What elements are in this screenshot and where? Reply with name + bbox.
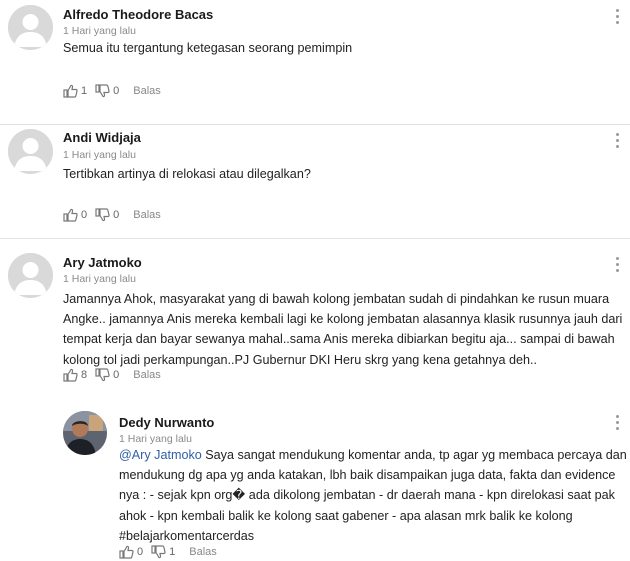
thumbs-up-icon (63, 368, 78, 382)
comment-timestamp: 1 Hari yang lalu (63, 273, 136, 285)
comment-text: @Ary Jatmoko Saya sangat mendukung komen… (119, 445, 627, 546)
comment-timestamp: 1 Hari yang lalu (63, 25, 136, 37)
user-photo-avatar (63, 411, 107, 455)
reply-button[interactable]: Balas (133, 369, 161, 381)
comment-author[interactable]: Ary Jatmoko (63, 255, 142, 270)
like-count: 1 (81, 85, 88, 97)
dislike-count: 0 (113, 209, 120, 221)
more-vertical-icon[interactable] (615, 8, 621, 26)
comment-item: Andi Widjaja 1 Hari yang lalu Tertibkan … (0, 125, 630, 238)
like-count: 0 (81, 209, 88, 221)
like-count: 0 (137, 546, 144, 558)
thumbs-down-icon (95, 208, 110, 222)
mention-link[interactable]: @Ary Jatmoko (119, 448, 202, 462)
default-avatar-icon (8, 253, 53, 298)
like-button[interactable]: 0 (63, 208, 95, 222)
thumbs-down-icon (151, 545, 166, 559)
dislike-button[interactable]: 0 (95, 84, 127, 98)
like-button[interactable]: 8 (63, 368, 95, 382)
comment-actions: 0 1 Balas (119, 544, 217, 560)
thumbs-down-icon (95, 84, 110, 98)
like-button[interactable]: 0 (119, 545, 151, 559)
like-button[interactable]: 1 (63, 84, 95, 98)
comment-text-line: mendukung dg apa yg anda katakan, lbh ba… (119, 468, 616, 483)
dislike-count: 0 (113, 85, 120, 97)
comment-text: Tertibkan artinya di relokasi atau dileg… (63, 167, 311, 181)
comment-author[interactable]: Andi Widjaja (63, 130, 141, 145)
reply-button[interactable]: Balas (133, 85, 161, 97)
more-vertical-icon[interactable] (615, 414, 621, 432)
comment-author[interactable]: Dedy Nurwanto (119, 415, 214, 430)
comment-item: Alfredo Theodore Bacas 1 Hari yang lalu … (0, 0, 630, 124)
dislike-button[interactable]: 1 (151, 545, 183, 559)
comment-timestamp: 1 Hari yang lalu (63, 149, 136, 161)
comment-text-line: tempat kerja dan bayar sewanya mahal..sa… (63, 332, 615, 347)
reply-button[interactable]: Balas (189, 546, 217, 558)
dislike-count: 0 (113, 369, 120, 381)
comment-text-segment: Saya sangat mendukung komentar anda, tp … (201, 448, 627, 462)
avatar[interactable] (8, 253, 53, 298)
dislike-button[interactable]: 0 (95, 368, 127, 382)
thumbs-down-icon (95, 368, 110, 382)
thumbs-up-icon (63, 84, 78, 98)
thumbs-up-icon (63, 208, 78, 222)
comment-text-line: @Ary Jatmoko Saya sangat mendukung komen… (119, 445, 627, 465)
dislike-count: 1 (169, 546, 176, 558)
reply-button[interactable]: Balas (133, 209, 161, 221)
like-count: 8 (81, 369, 88, 381)
avatar[interactable] (8, 5, 53, 50)
comment-text-line: nya : - sejak kpn org� ada dikolong jemb… (119, 488, 615, 503)
default-avatar-icon (8, 5, 53, 50)
comment-timestamp: 1 Hari yang lalu (119, 433, 192, 445)
comment-text: Semua itu tergantung ketegasan seorang p… (63, 41, 353, 55)
more-vertical-icon[interactable] (615, 132, 621, 150)
comment-text: Jamannya Ahok, masyarakat yang di bawah … (63, 289, 628, 370)
default-avatar-icon (8, 129, 53, 174)
comment-text-line: Angke.. jamannya Anis mereka kembali lag… (63, 312, 623, 327)
comment-actions: 8 0 Balas (63, 367, 161, 383)
comment-text-line: ahok - kpn kembali balik ke kolong saat … (119, 508, 573, 523)
comment-text-line: #belajarkomentarcerdas (119, 528, 255, 543)
comment-actions: 1 0 Balas (63, 83, 161, 99)
comment-item: Ary Jatmoko 1 Hari yang lalu Jamannya Ah… (0, 239, 630, 389)
dislike-button[interactable]: 0 (95, 208, 127, 222)
comment-text-line: Jamannya Ahok, masyarakat yang di bawah … (63, 292, 610, 306)
thumbs-up-icon (119, 545, 134, 559)
comment-author[interactable]: Alfredo Theodore Bacas (63, 7, 213, 22)
avatar[interactable] (63, 411, 107, 455)
more-vertical-icon[interactable] (615, 256, 621, 274)
reply-comment-item: Dedy Nurwanto 1 Hari yang lalu @Ary Jatm… (0, 389, 630, 561)
avatar[interactable] (8, 129, 53, 174)
comment-actions: 0 0 Balas (63, 207, 161, 223)
